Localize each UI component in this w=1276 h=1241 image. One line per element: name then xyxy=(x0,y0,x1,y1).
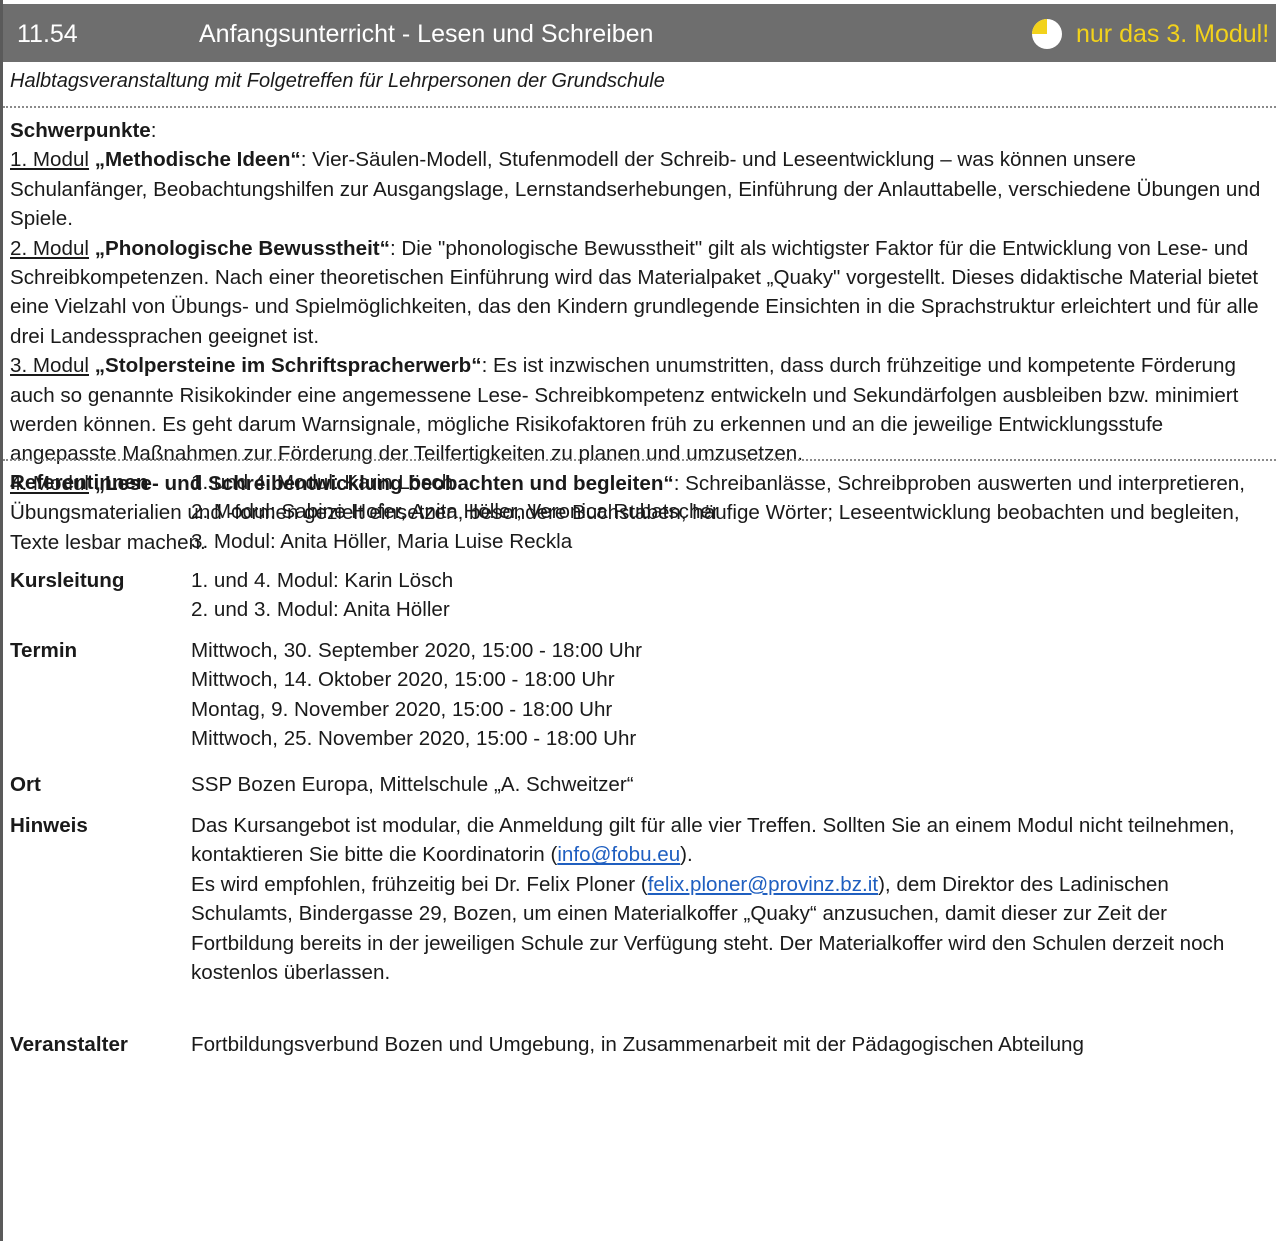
hinweis-value: Das Kursangebot ist modular, die Anmeldu… xyxy=(191,811,1272,987)
module-title: „Phonologische Bewusstheit“ xyxy=(94,236,390,260)
module-title: „Stolpersteine im Schriftspracherwerb“ xyxy=(94,354,482,378)
veranstalter-value: Fortbildungsverbund Bozen und Umgebung, … xyxy=(191,1033,1084,1056)
termin-line: Montag, 9. November 2020, 15:00 - 18:00 … xyxy=(191,697,613,721)
hinweis-paragraph-1: Das Kursangebot ist modular, die Anmeldu… xyxy=(191,811,1272,870)
quarter-pie-icon xyxy=(1032,19,1062,49)
course-header: 11.54 Anfangsunterricht - Lesen und Schr… xyxy=(3,4,1276,62)
module-1: 1. Modul „Methodische Ideen“: Vier-Säule… xyxy=(10,145,1272,233)
hinweis-paragraph-2: Es wird empfohlen, frühzeitig bei Dr. Fe… xyxy=(191,870,1272,988)
kursleitung-value: 1. und 4. Modul: Karin Lösch 2. und 3. M… xyxy=(191,566,1272,625)
divider xyxy=(3,106,1276,108)
hinweis-text: Das Kursangebot ist modular, die Anmeldu… xyxy=(191,814,1235,867)
module-prefix: 2. Modul xyxy=(10,236,89,260)
divider xyxy=(3,459,1276,461)
hinweis-label: Hinweis xyxy=(10,814,88,837)
referentinnen-line: 1. und 4. Modul: Karin Lösch xyxy=(191,471,454,494)
module-prefix: 3. Modul xyxy=(10,354,89,378)
veranstalter-label: Veranstalter xyxy=(10,1033,128,1056)
kursleitung-line: 1. und 4. Modul: Karin Lösch xyxy=(191,569,454,592)
module-3: 3. Modul „Stolpersteine im Schriftsprach… xyxy=(10,351,1272,469)
referentinnen-label: Referentinnen xyxy=(10,471,149,494)
hinweis-text: ). xyxy=(680,843,693,867)
module-prefix: 1. Modul xyxy=(10,148,89,172)
termin-line: Mittwoch, 30. September 2020, 15:00 - 18… xyxy=(191,639,643,662)
kursleitung-label: Kursleitung xyxy=(10,569,125,592)
course-subtitle: Halbtagsveranstaltung mit Folgetreffen f… xyxy=(10,70,665,92)
referentinnen-line: 2. Modul: Sabine Hofer, Anita Höller, Ve… xyxy=(191,500,719,524)
module-title: „Methodische Ideen“ xyxy=(94,148,301,172)
termin-line: Mittwoch, 25. November 2020, 15:00 - 18:… xyxy=(191,727,637,751)
termin-value: Mittwoch, 30. September 2020, 15:00 - 18… xyxy=(191,636,1272,754)
referentinnen-value: 1. und 4. Modul: Karin Lösch 2. Modul: S… xyxy=(191,468,1272,556)
director-email-link[interactable]: felix.ploner@provinz.bz.it xyxy=(648,873,878,896)
hinweis-text: Es wird empfohlen, frühzeitig bei Dr. Fe… xyxy=(191,872,648,896)
focus-heading-line: Schwerpunkte: xyxy=(10,116,1272,145)
course-title: Anfangsunterricht - Lesen und Schreiben xyxy=(199,20,654,48)
kursleitung-line: 2. und 3. Modul: Anita Höller xyxy=(191,598,450,622)
termin-label: Termin xyxy=(10,639,78,662)
module-note: nur das 3. Modul! xyxy=(1076,20,1270,48)
focus-heading: Schwerpunkte xyxy=(10,119,151,142)
coordinator-email-link[interactable]: info@fobu.eu xyxy=(557,843,680,866)
termin-line: Mittwoch, 14. Oktober 2020, 15:00 - 18:0… xyxy=(191,668,615,692)
ort-value: SSP Bozen Europa, Mittelschule „A. Schwe… xyxy=(191,773,634,796)
module-2: 2. Modul „Phonologische Bewusstheit“: Di… xyxy=(10,234,1272,352)
focus-heading-colon: : xyxy=(150,119,157,142)
ort-label: Ort xyxy=(10,773,41,796)
referentinnen-line: 3. Modul: Anita Höller, Maria Luise Reck… xyxy=(191,529,573,553)
course-code: 11.54 xyxy=(17,20,78,48)
